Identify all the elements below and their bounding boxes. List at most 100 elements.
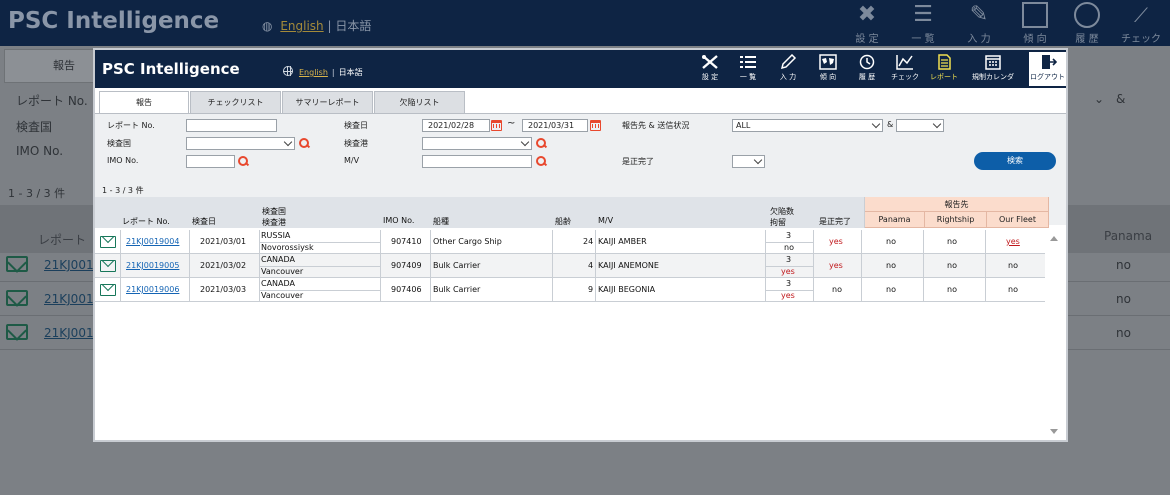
mail-icon[interactable] bbox=[100, 284, 116, 296]
ship-age: 9 bbox=[588, 285, 594, 294]
our-fleet-status[interactable]: yes bbox=[1006, 237, 1020, 246]
nav-history[interactable]: 履 歴 bbox=[852, 52, 882, 86]
bg-map-icon bbox=[1022, 2, 1048, 28]
calendar-to-icon[interactable] bbox=[590, 120, 601, 131]
imo-label: IMO No. bbox=[107, 156, 139, 165]
bg-mail-icon bbox=[6, 290, 28, 306]
nav-trend[interactable]: 傾 向 bbox=[813, 52, 843, 86]
nav-input[interactable]: 入 力 bbox=[773, 52, 803, 86]
ship-type: Other Cargo Ship bbox=[433, 237, 502, 246]
nav-report[interactable]: レポート bbox=[927, 52, 961, 86]
bg-label-report-no: レポート No. bbox=[16, 94, 88, 108]
panama-status: no bbox=[886, 285, 896, 294]
status-select[interactable] bbox=[896, 119, 944, 132]
world-map-icon bbox=[819, 54, 837, 70]
scroll-down-icon[interactable] bbox=[1050, 429, 1058, 434]
table-row[interactable]: 21KJ0019006 2021/03/03 CANADA Vancouver … bbox=[95, 278, 1045, 302]
our-fleet-status: no bbox=[1008, 261, 1018, 270]
report-no-link[interactable]: 21KJ0019004 bbox=[126, 237, 179, 246]
nav-list[interactable]: 一 覧 bbox=[733, 52, 763, 86]
country-search-icon[interactable] bbox=[299, 138, 310, 149]
logout-icon bbox=[1041, 55, 1057, 69]
line-chart-icon bbox=[896, 55, 913, 70]
globe-icon bbox=[283, 66, 293, 76]
mail-icon[interactable] bbox=[100, 236, 116, 248]
chevron-down-icon bbox=[520, 137, 530, 147]
port-search-icon[interactable] bbox=[536, 138, 547, 149]
country-label: 検査国 bbox=[107, 139, 131, 148]
detention: yes bbox=[781, 291, 795, 300]
bg-nav-settings: ✖ 設 定 bbox=[855, 2, 879, 45]
bg-col-panama: Panama bbox=[1104, 229, 1153, 243]
port-select[interactable] bbox=[422, 137, 532, 150]
imo-search-icon[interactable] bbox=[238, 156, 249, 167]
table-row[interactable]: 21KJ0019004 2021/03/01 RUSSIA Novorossiy… bbox=[95, 230, 1045, 254]
report-no-link[interactable]: 21KJ0019006 bbox=[126, 285, 179, 294]
rectified-select[interactable] bbox=[732, 155, 765, 168]
scroll-up-icon[interactable] bbox=[1050, 236, 1058, 241]
ship-type: Bulk Carrier bbox=[433, 261, 481, 270]
vertical-scrollbar[interactable] bbox=[1047, 232, 1061, 438]
report-no-input[interactable] bbox=[186, 119, 277, 132]
bg-label-country: 検査国 bbox=[16, 120, 53, 134]
inspection-date: 2021/03/03 bbox=[200, 285, 247, 294]
calendar-from-icon[interactable] bbox=[491, 120, 502, 131]
bg-nav-check: ⟋ チェック bbox=[1121, 3, 1161, 45]
imo-no: 907406 bbox=[391, 285, 422, 294]
clock-icon bbox=[859, 54, 875, 70]
col-age: 船齢 bbox=[555, 217, 571, 226]
tab-summary-report[interactable]: サマリーレポート bbox=[282, 91, 373, 113]
list-icon bbox=[740, 56, 756, 68]
col-defects: 欠陥数 bbox=[770, 207, 794, 216]
lang-english-link[interactable]: English bbox=[299, 68, 328, 77]
mail-icon[interactable] bbox=[100, 260, 116, 272]
port: Novorossiysk bbox=[261, 243, 314, 252]
country: CANADA bbox=[261, 279, 296, 288]
ship-age: 4 bbox=[588, 261, 594, 270]
lang-japanese-link[interactable]: 日本語 bbox=[339, 68, 363, 77]
search-button[interactable]: 検索 bbox=[974, 152, 1056, 170]
mv-name: KAIJI BEGONIA bbox=[598, 285, 656, 294]
col-rectified-header: 是正完了 bbox=[813, 197, 865, 228]
report-to-label: 報告先 & 送信状況 bbox=[622, 121, 690, 130]
report-no-link[interactable]: 21KJ0019005 bbox=[126, 261, 179, 270]
nav-logout[interactable]: ログアウト bbox=[1029, 52, 1066, 86]
bg-amp: & bbox=[1116, 92, 1126, 106]
nav-check[interactable]: チェック bbox=[888, 52, 922, 86]
bg-chevron-icon: ⌄ bbox=[1094, 92, 1105, 106]
amp-label: & bbox=[887, 120, 894, 129]
calendar-icon bbox=[985, 55, 1001, 70]
port: Vancouver bbox=[261, 291, 304, 300]
report-to-select[interactable]: ALL bbox=[732, 119, 883, 132]
rectified: no bbox=[832, 285, 842, 294]
bg-app-title: PSC Intelligence bbox=[8, 8, 220, 34]
inspection-date: 2021/03/01 bbox=[200, 237, 247, 246]
our-fleet-status: no bbox=[1008, 285, 1018, 294]
bg-nav-input: ✎ 入 力 bbox=[967, 2, 991, 45]
mv-search-icon[interactable] bbox=[536, 156, 547, 167]
col-port: 検査港 bbox=[262, 218, 286, 227]
nav-regulation-calendar[interactable]: 規制カレンダ bbox=[967, 52, 1019, 86]
col-rightship: Rightship bbox=[925, 212, 987, 228]
rectified: yes bbox=[829, 237, 843, 246]
date-from-input[interactable]: 2021/02/28 bbox=[422, 119, 490, 132]
rightship-status: no bbox=[947, 261, 957, 270]
tab-checklist[interactable]: チェックリスト bbox=[190, 91, 281, 113]
defect-count: 3 bbox=[786, 255, 792, 264]
nav-settings[interactable]: 設 定 bbox=[695, 52, 725, 86]
tab-defect-list[interactable]: 欠陥リスト bbox=[374, 91, 465, 113]
tab-report[interactable]: 報告 bbox=[99, 91, 189, 114]
table-row[interactable]: 21KJ0019005 2021/03/02 CANADA Vancouver … bbox=[95, 254, 1045, 278]
mv-input[interactable] bbox=[422, 155, 532, 168]
rightship-status: no bbox=[947, 285, 957, 294]
bg-chart-icon: ⟋ bbox=[1134, 3, 1148, 27]
col-mv: M/V bbox=[598, 216, 614, 225]
mv-name: KAIJI AMBER bbox=[598, 237, 647, 246]
country-select[interactable] bbox=[186, 137, 295, 150]
date-to-input[interactable]: 2021/03/31 bbox=[522, 119, 588, 132]
col-panama: Panama bbox=[865, 212, 925, 228]
imo-input[interactable] bbox=[186, 155, 235, 168]
detention: yes bbox=[781, 267, 795, 276]
table-header: レポート No. 検査日 検査国 検査港 IMO No. 船種 船齢 M/V 欠… bbox=[95, 197, 865, 228]
bg-list-icon: ☰ bbox=[913, 2, 933, 27]
